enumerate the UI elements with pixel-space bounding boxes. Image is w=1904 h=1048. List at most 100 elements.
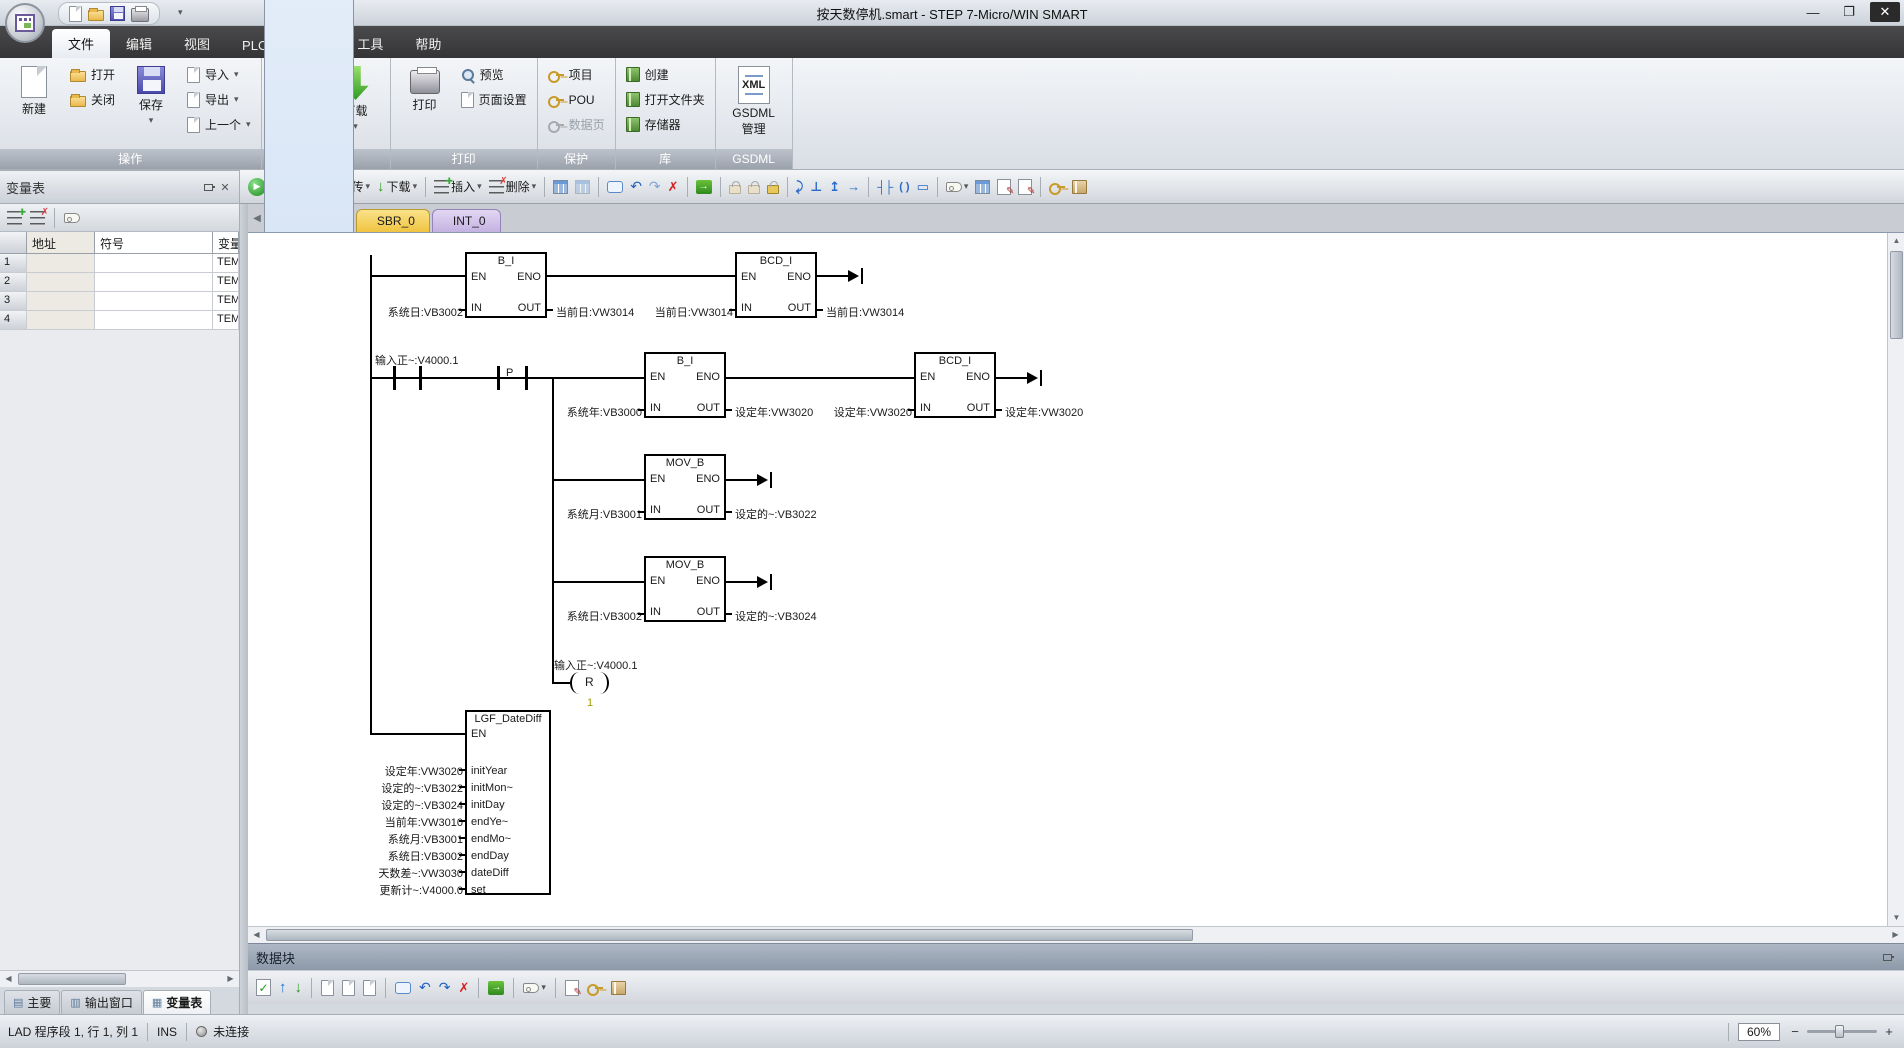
minimize-button[interactable] [1798,2,1828,22]
address-cell[interactable] [27,254,95,272]
coil-operand-label[interactable]: 输入正~:V4000.1 [554,657,637,673]
address-cell[interactable] [27,273,95,291]
symbol-cell[interactable] [95,311,213,329]
gsdml-manage-button[interactable]: XML GSDML管理 [722,62,786,137]
function-block-bcd-i[interactable]: BCD_I EN ENO IN OUT [735,252,817,318]
insert-row-button[interactable] [5,210,24,226]
column-header-address[interactable]: 地址 [27,232,95,254]
db-selection-box-button[interactable] [393,981,413,995]
db-undo-button[interactable] [417,978,433,997]
maximize-button[interactable] [1834,2,1864,22]
insert-box-button[interactable] [915,178,931,196]
column-header-var-type[interactable]: 变量类型 [213,232,239,254]
panel-close-icon[interactable]: ✕ [217,180,233,194]
export-button[interactable]: 导出▾ [183,87,255,112]
line-up-button[interactable]: ↥ [827,178,842,196]
row-number[interactable]: 3 [0,292,27,310]
preview-button[interactable]: 预览 [457,62,531,87]
dock-tab-variable-table[interactable]: ▦变量表 [143,990,211,1014]
contact[interactable] [393,366,396,390]
delete-row-button[interactable] [28,210,47,226]
function-block-b-i[interactable]: B_I EN ENO IN OUT [644,352,726,418]
symbol-cell[interactable] [95,292,213,310]
scroll-down-icon[interactable]: ▼ [1888,910,1904,926]
db-compile-button[interactable] [254,978,273,997]
function-block-mov-b[interactable]: MOV_B EN ENO IN OUT [644,556,726,622]
symbol-cell[interactable] [95,254,213,272]
library-open-folder-button[interactable]: 打开文件夹 [622,87,709,112]
close-button[interactable] [1870,2,1900,22]
function-block-lgf-datediff[interactable]: LGF_DateDiff EN initYear initMon~ initDa… [465,710,551,895]
protect-key-button[interactable] [1047,181,1067,193]
edit-symbols-2-button[interactable] [1016,178,1034,196]
db-key-button[interactable] [585,982,605,994]
scroll-left-icon[interactable]: ◀ [248,927,265,943]
tab-scroll-left-icon[interactable]: ◀ [250,213,264,224]
operand-label[interactable]: 系统日:VB3002 [338,304,463,320]
operand-label[interactable]: 设定的~:VB3024 [318,797,463,813]
operand-label[interactable]: 更新计~:V4000.0 [318,882,463,898]
insert-contact-button[interactable] [875,179,894,195]
operand-label[interactable]: 天数差~:VW3030 [318,865,463,881]
db-cut-button[interactable] [319,979,336,997]
function-block-mov-b[interactable]: MOV_B EN ENO IN OUT [644,454,726,520]
protect-project-button[interactable]: 项目 [544,62,609,87]
scroll-right-icon[interactable]: ▶ [222,971,239,987]
menu-tab-edit[interactable]: 编辑 [110,29,168,58]
redo-button[interactable] [647,177,663,196]
operand-label[interactable]: 设定的~:VB3024 [735,608,817,624]
edge-contact[interactable] [525,366,528,390]
zoom-in-icon[interactable]: + [1882,1024,1896,1039]
delete-selection-button[interactable] [666,178,681,196]
undo-button[interactable] [628,177,644,196]
db-download-button[interactable] [293,978,305,997]
open-button[interactable]: 打开 [66,62,119,87]
library-create-button[interactable]: 创建 [622,62,709,87]
symbol-cell[interactable] [95,273,213,291]
import-button[interactable]: 导入▾ [183,62,255,87]
operand-label[interactable]: 当前日:VW3014 [608,304,733,320]
db-goto-button[interactable] [486,980,506,996]
panel-horizontal-scrollbar[interactable]: ◀ ▶ [0,970,239,987]
menu-tab-file[interactable]: 文件 [52,29,110,58]
db-insert-page-button[interactable] [563,979,581,997]
print-button[interactable]: 打印 [397,62,453,113]
lock-button-2[interactable] [746,179,762,195]
operand-label[interactable]: 设定的~:VB3022 [318,780,463,796]
menu-tab-view[interactable]: 视图 [168,29,226,58]
save-dropdown-icon[interactable]: ▾ [149,115,154,126]
db-delete-button[interactable] [456,979,471,997]
zoom-out-icon[interactable]: − [1788,1024,1802,1039]
page-setup-button[interactable]: 页面设置 [457,87,531,112]
table-row[interactable]: 4 TEMP [0,311,239,330]
address-sort-button[interactable] [62,212,82,224]
scrollbar-thumb[interactable] [18,973,126,985]
scroll-right-icon[interactable]: ▶ [1887,927,1904,943]
address-cell[interactable] [27,311,95,329]
row-number[interactable]: 1 [0,254,27,272]
row-number[interactable]: 2 [0,273,27,291]
var-type-cell[interactable]: TEMP [213,311,239,329]
selection-box-button[interactable] [605,180,625,194]
zoom-slider-thumb[interactable] [1835,1025,1844,1038]
scroll-left-icon[interactable]: ◀ [0,971,17,987]
panel-splitter[interactable] [240,204,248,1014]
operand-label[interactable]: 系统日:VB3002 [517,608,642,624]
branch-up-button[interactable]: ⊥ [808,178,824,196]
edge-contact[interactable] [497,366,500,390]
operand-label[interactable]: 系统月:VB3001 [318,831,463,847]
scroll-up-icon[interactable]: ▲ [1888,233,1904,249]
reset-coil[interactable] [570,672,579,694]
download-dropdown-icon[interactable]: ▾ [353,121,358,132]
operand-label[interactable]: 系统月:VB3001 [517,506,642,522]
app-menu-button[interactable] [5,3,45,43]
tab-int0[interactable]: INT_0 [432,209,501,232]
operand-label[interactable]: 设定年:VW3020 [787,404,912,420]
operand-label[interactable]: 系统年:VB3000 [517,404,642,420]
lock-button-1[interactable] [727,179,743,195]
horizontal-scrollbar[interactable]: ◀ ▶ [248,926,1904,943]
menu-tab-help[interactable]: 帮助 [399,29,457,58]
db-properties-button[interactable] [609,980,628,996]
table-row[interactable]: 1 TEMP [0,254,239,273]
close-project-button[interactable]: 关闭 [66,87,119,112]
